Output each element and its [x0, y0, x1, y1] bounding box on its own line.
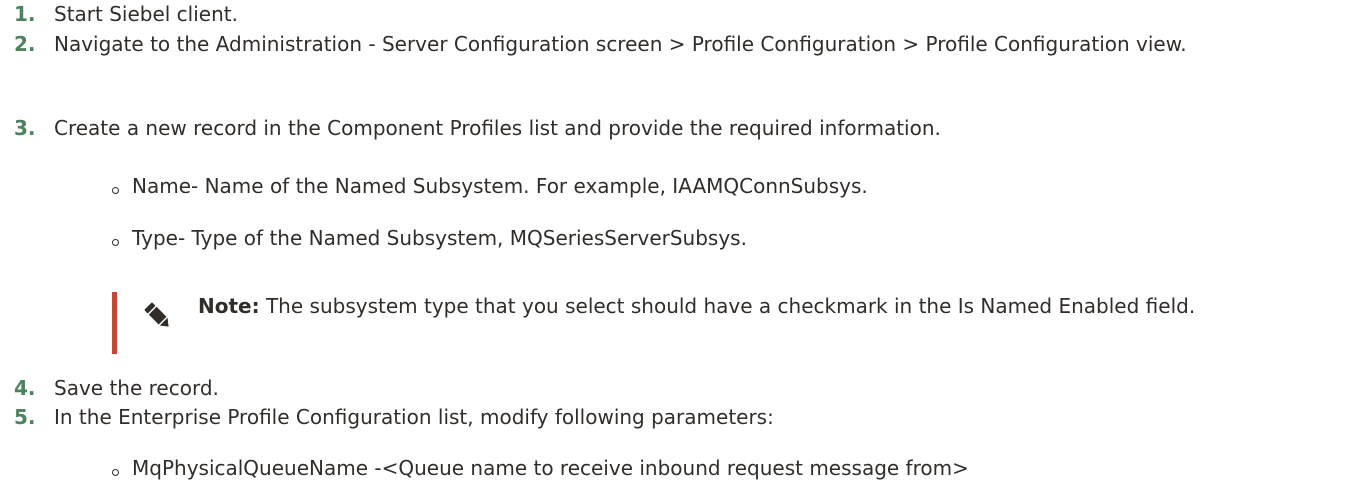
bullet-text: Type- Type of the Named Subsystem, MQSer…: [132, 226, 747, 250]
step-text: Start Siebel client.: [54, 2, 238, 26]
step-number: 5.: [14, 405, 36, 429]
step-text: Save the record.: [54, 376, 219, 400]
note-label: Note:: [198, 294, 260, 318]
step-number: 1.: [14, 2, 36, 26]
note-callout: Note: The subsystem type that you select…: [112, 292, 1342, 354]
step-text: Create a new record in the Component Pro…: [54, 116, 941, 140]
step-number: 4.: [14, 376, 36, 400]
step-text: Navigate to the Administration - Server …: [54, 32, 1187, 56]
note-body: The subsystem type that you select shoul…: [265, 294, 1196, 318]
bullet-circle-icon: [112, 469, 119, 476]
bullet-text: Name- Name of the Named Subsystem. For e…: [132, 174, 868, 198]
step-text: In the Enterprise Profile Configuration …: [54, 405, 774, 429]
note-text: Note: The subsystem type that you select…: [198, 292, 1348, 321]
step-number: 2.: [14, 32, 36, 56]
bullet-circle-icon: [112, 187, 119, 194]
pencil-icon: [144, 302, 169, 327]
note-accent-bar: [112, 292, 117, 354]
document-page: 1. Start Siebel client. 2. Navigate to t…: [0, 0, 1354, 480]
step-number: 3.: [14, 116, 36, 140]
bullet-text: MqPhysicalQueueName -<Queue name to rece…: [132, 456, 969, 480]
bullet-circle-icon: [112, 239, 119, 246]
